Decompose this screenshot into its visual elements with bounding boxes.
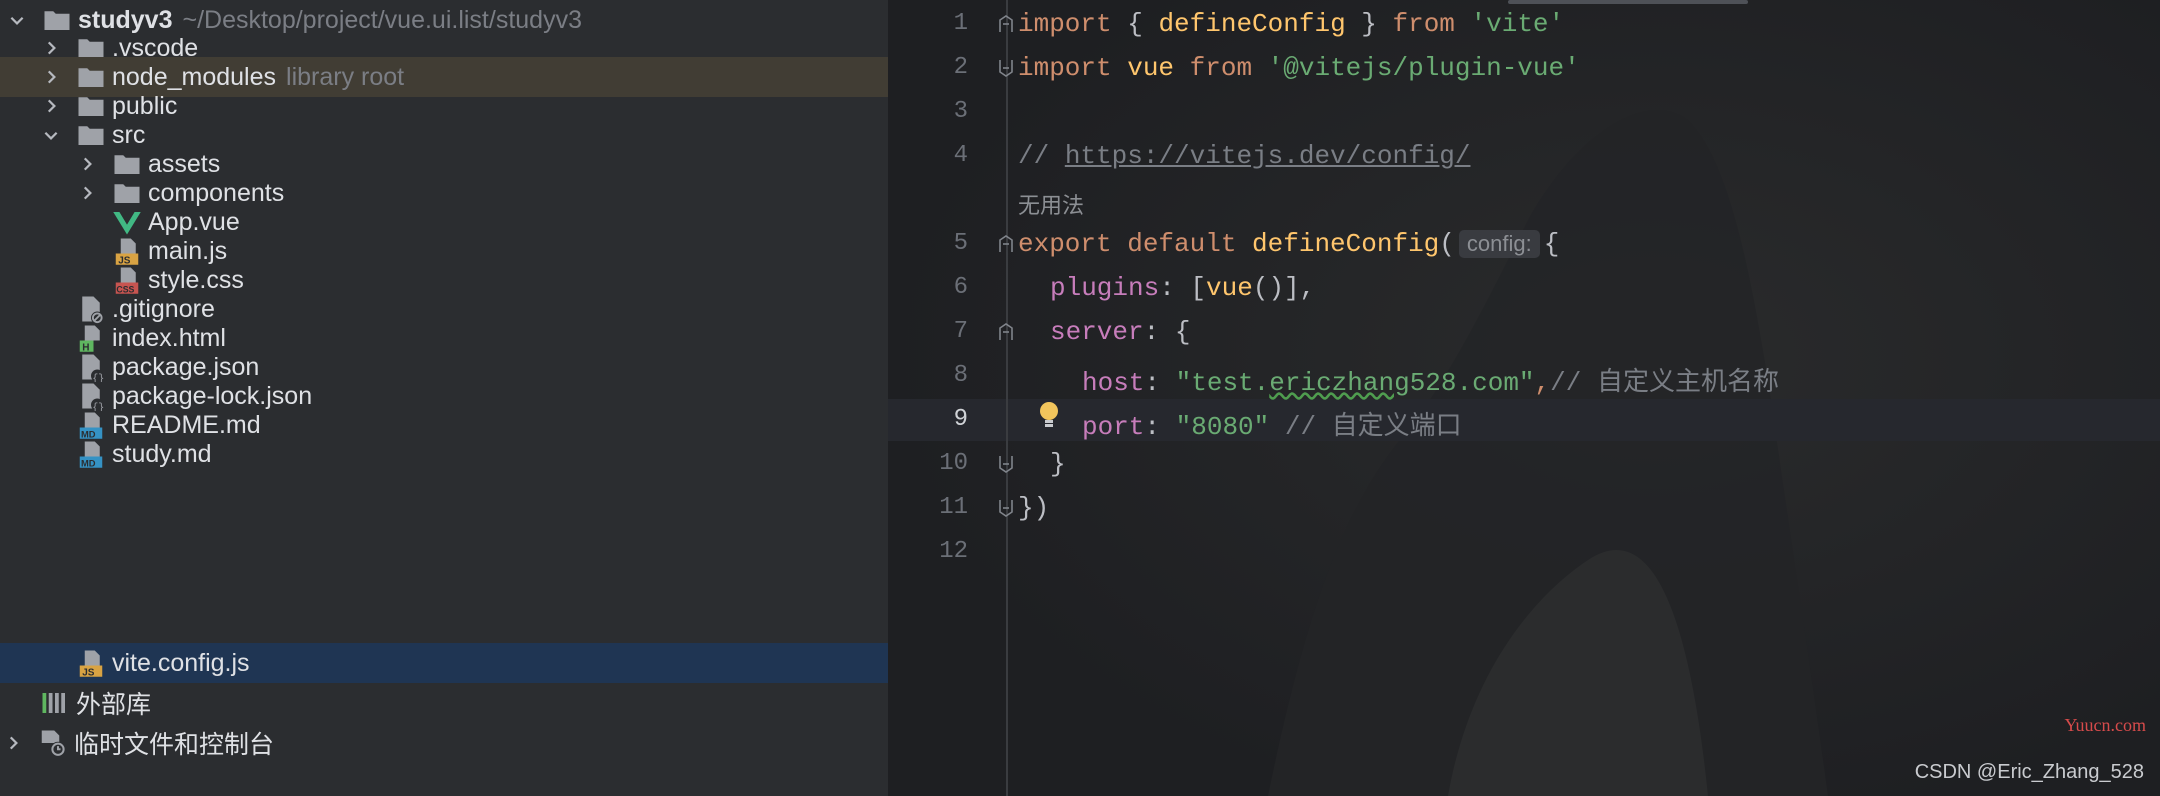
code-editor[interactable]: 1 2 3 4 5 6 7 8 9 10 11 12 import { defi… — [888, 0, 2160, 796]
svg-text:MD: MD — [81, 459, 96, 469]
line-number: 7 — [953, 318, 968, 345]
usage-hint[interactable]: 无用法 — [1018, 188, 1084, 220]
fold-marker-icon[interactable] — [996, 14, 1016, 34]
js-file-icon: JS — [76, 648, 106, 678]
code-line-7[interactable]: server: { — [1050, 317, 1190, 347]
comment-link[interactable]: https://vitejs.dev/config/ — [1065, 141, 1471, 171]
property-server: server — [1050, 317, 1144, 347]
fold-marker-icon[interactable] — [996, 322, 1016, 342]
chevron-right-icon[interactable] — [40, 66, 62, 88]
line-number: 10 — [939, 450, 968, 477]
function-call-defineconfig: defineConfig — [1252, 229, 1440, 259]
tree-item-vite-config-js[interactable]: JS vite.config.js — [0, 643, 888, 683]
fold-marker-icon[interactable] — [996, 454, 1016, 474]
chevron-down-icon[interactable] — [40, 124, 62, 146]
line-number: 12 — [939, 538, 968, 565]
string-module: '@vitejs/plugin-vue' — [1252, 53, 1580, 83]
ide-window: studyv3 ~/Desktop/project/vue.ui.list/st… — [0, 0, 2160, 796]
code-comma: , — [1534, 368, 1551, 398]
comment-prefix: // — [1018, 141, 1065, 171]
code-punct: ( — [1439, 229, 1455, 259]
tree-item-label: vite.config.js — [112, 648, 250, 677]
keyword-from: from — [1392, 9, 1455, 39]
property-port: port — [1082, 412, 1145, 442]
gutter-separator — [1006, 0, 1008, 796]
tree-item-label: 外部库 — [76, 691, 152, 719]
code-punct: : — [1144, 368, 1176, 398]
project-tree: studyv3 ~/Desktop/project/vue.ui.list/st… — [0, 0, 888, 796]
string-module: 'vite' — [1454, 9, 1565, 39]
chevron-right-icon[interactable] — [76, 153, 98, 175]
comment-host: // 自定义主机名称 — [1550, 368, 1779, 398]
function-call-vue: vue — [1206, 273, 1253, 303]
keyword-import: import — [1018, 9, 1112, 39]
chevron-right-icon[interactable] — [76, 182, 98, 204]
horizontal-scrollbar[interactable] — [1508, 0, 1748, 4]
code-line-1[interactable]: import { defineConfig } from 'vite' — [1018, 9, 1564, 39]
markdown-file-icon: MD — [76, 439, 106, 469]
code-punct: }) — [1018, 493, 1050, 523]
code-line-10[interactable]: } — [1050, 449, 1066, 479]
libraries-icon — [40, 688, 70, 718]
identifier-vue: vue — [1111, 53, 1190, 83]
tree-item-external-libraries[interactable]: 外部库 — [0, 683, 888, 723]
code-punct: : { — [1143, 317, 1191, 347]
code-line-9[interactable]: port: "8080" // 自定义端口 — [1082, 405, 1462, 442]
property-host: host — [1082, 368, 1145, 398]
lightbulb-icon[interactable] — [1036, 400, 1062, 430]
line-number: 8 — [953, 362, 968, 389]
current-line-highlight — [888, 399, 2160, 441]
parameter-inlay-hint: config: — [1458, 230, 1540, 258]
line-number: 4 — [953, 142, 968, 169]
code-line-2[interactable]: import vue from '@vitejs/plugin-vue' — [1018, 53, 1580, 83]
line-number: 3 — [953, 98, 968, 125]
line-number: 1 — [953, 10, 968, 37]
string-host-a: "test. — [1175, 368, 1270, 398]
chevron-right-icon[interactable] — [40, 37, 62, 59]
code-line-6[interactable]: plugins: [vue()], — [1050, 273, 1315, 303]
brand-watermark: Yuucn.com — [2064, 715, 2146, 735]
code-line-4[interactable]: // https://vitejs.dev/config/ — [1018, 141, 1470, 171]
tree-item-scratches[interactable]: 临时文件和控制台 — [0, 723, 888, 763]
chevron-right-icon[interactable] — [40, 95, 62, 117]
comment-port: // 自定义端口 — [1269, 412, 1462, 442]
fold-marker-icon[interactable] — [996, 498, 1016, 518]
svg-text:JS: JS — [82, 668, 95, 679]
fold-marker-icon[interactable] — [996, 234, 1016, 254]
keyword-from: from — [1189, 53, 1253, 83]
line-number-active: 9 — [953, 406, 968, 433]
tree-item-label: study.md — [112, 439, 212, 468]
code-punct: } — [1050, 449, 1066, 479]
code-punct: { — [1543, 229, 1560, 259]
fold-marker-icon[interactable] — [996, 58, 1016, 78]
code-line-5[interactable]: export default defineConfig(config:{ — [1018, 229, 1559, 259]
scratches-console-icon — [38, 728, 68, 758]
line-number: 6 — [953, 274, 968, 301]
line-number: 2 — [953, 54, 968, 81]
code-line-11[interactable]: }) — [1018, 493, 1049, 523]
property-plugins: plugins — [1050, 273, 1160, 303]
code-punct: { — [1111, 9, 1159, 39]
keyword-export-default: export default — [1018, 229, 1253, 259]
string-host-b: 528.com" — [1409, 368, 1535, 398]
author-watermark: CSDN @Eric_Zhang_528 — [1914, 761, 2144, 783]
tree-item-label: 临时文件和控制台 — [74, 731, 275, 759]
string-host-typo: ericzhang — [1269, 368, 1410, 398]
string-port: "8080" — [1175, 412, 1270, 442]
code-line-8[interactable]: host: "test.ericzhang528.com",// 自定义主机名称 — [1082, 361, 1779, 398]
code-punct: ()], — [1252, 273, 1316, 303]
line-number: 5 — [953, 230, 968, 257]
code-punct: : — [1144, 412, 1176, 442]
chevron-right-icon[interactable] — [2, 732, 24, 754]
keyword-import: import — [1018, 53, 1112, 83]
line-number: 11 — [939, 494, 968, 521]
code-punct: : [ — [1159, 273, 1207, 303]
code-punct: } — [1345, 9, 1393, 39]
identifier-defineconfig: defineConfig — [1158, 9, 1346, 39]
editor-background-image — [888, 0, 2160, 796]
tree-item-study-md[interactable]: MD study.md — [0, 434, 888, 474]
